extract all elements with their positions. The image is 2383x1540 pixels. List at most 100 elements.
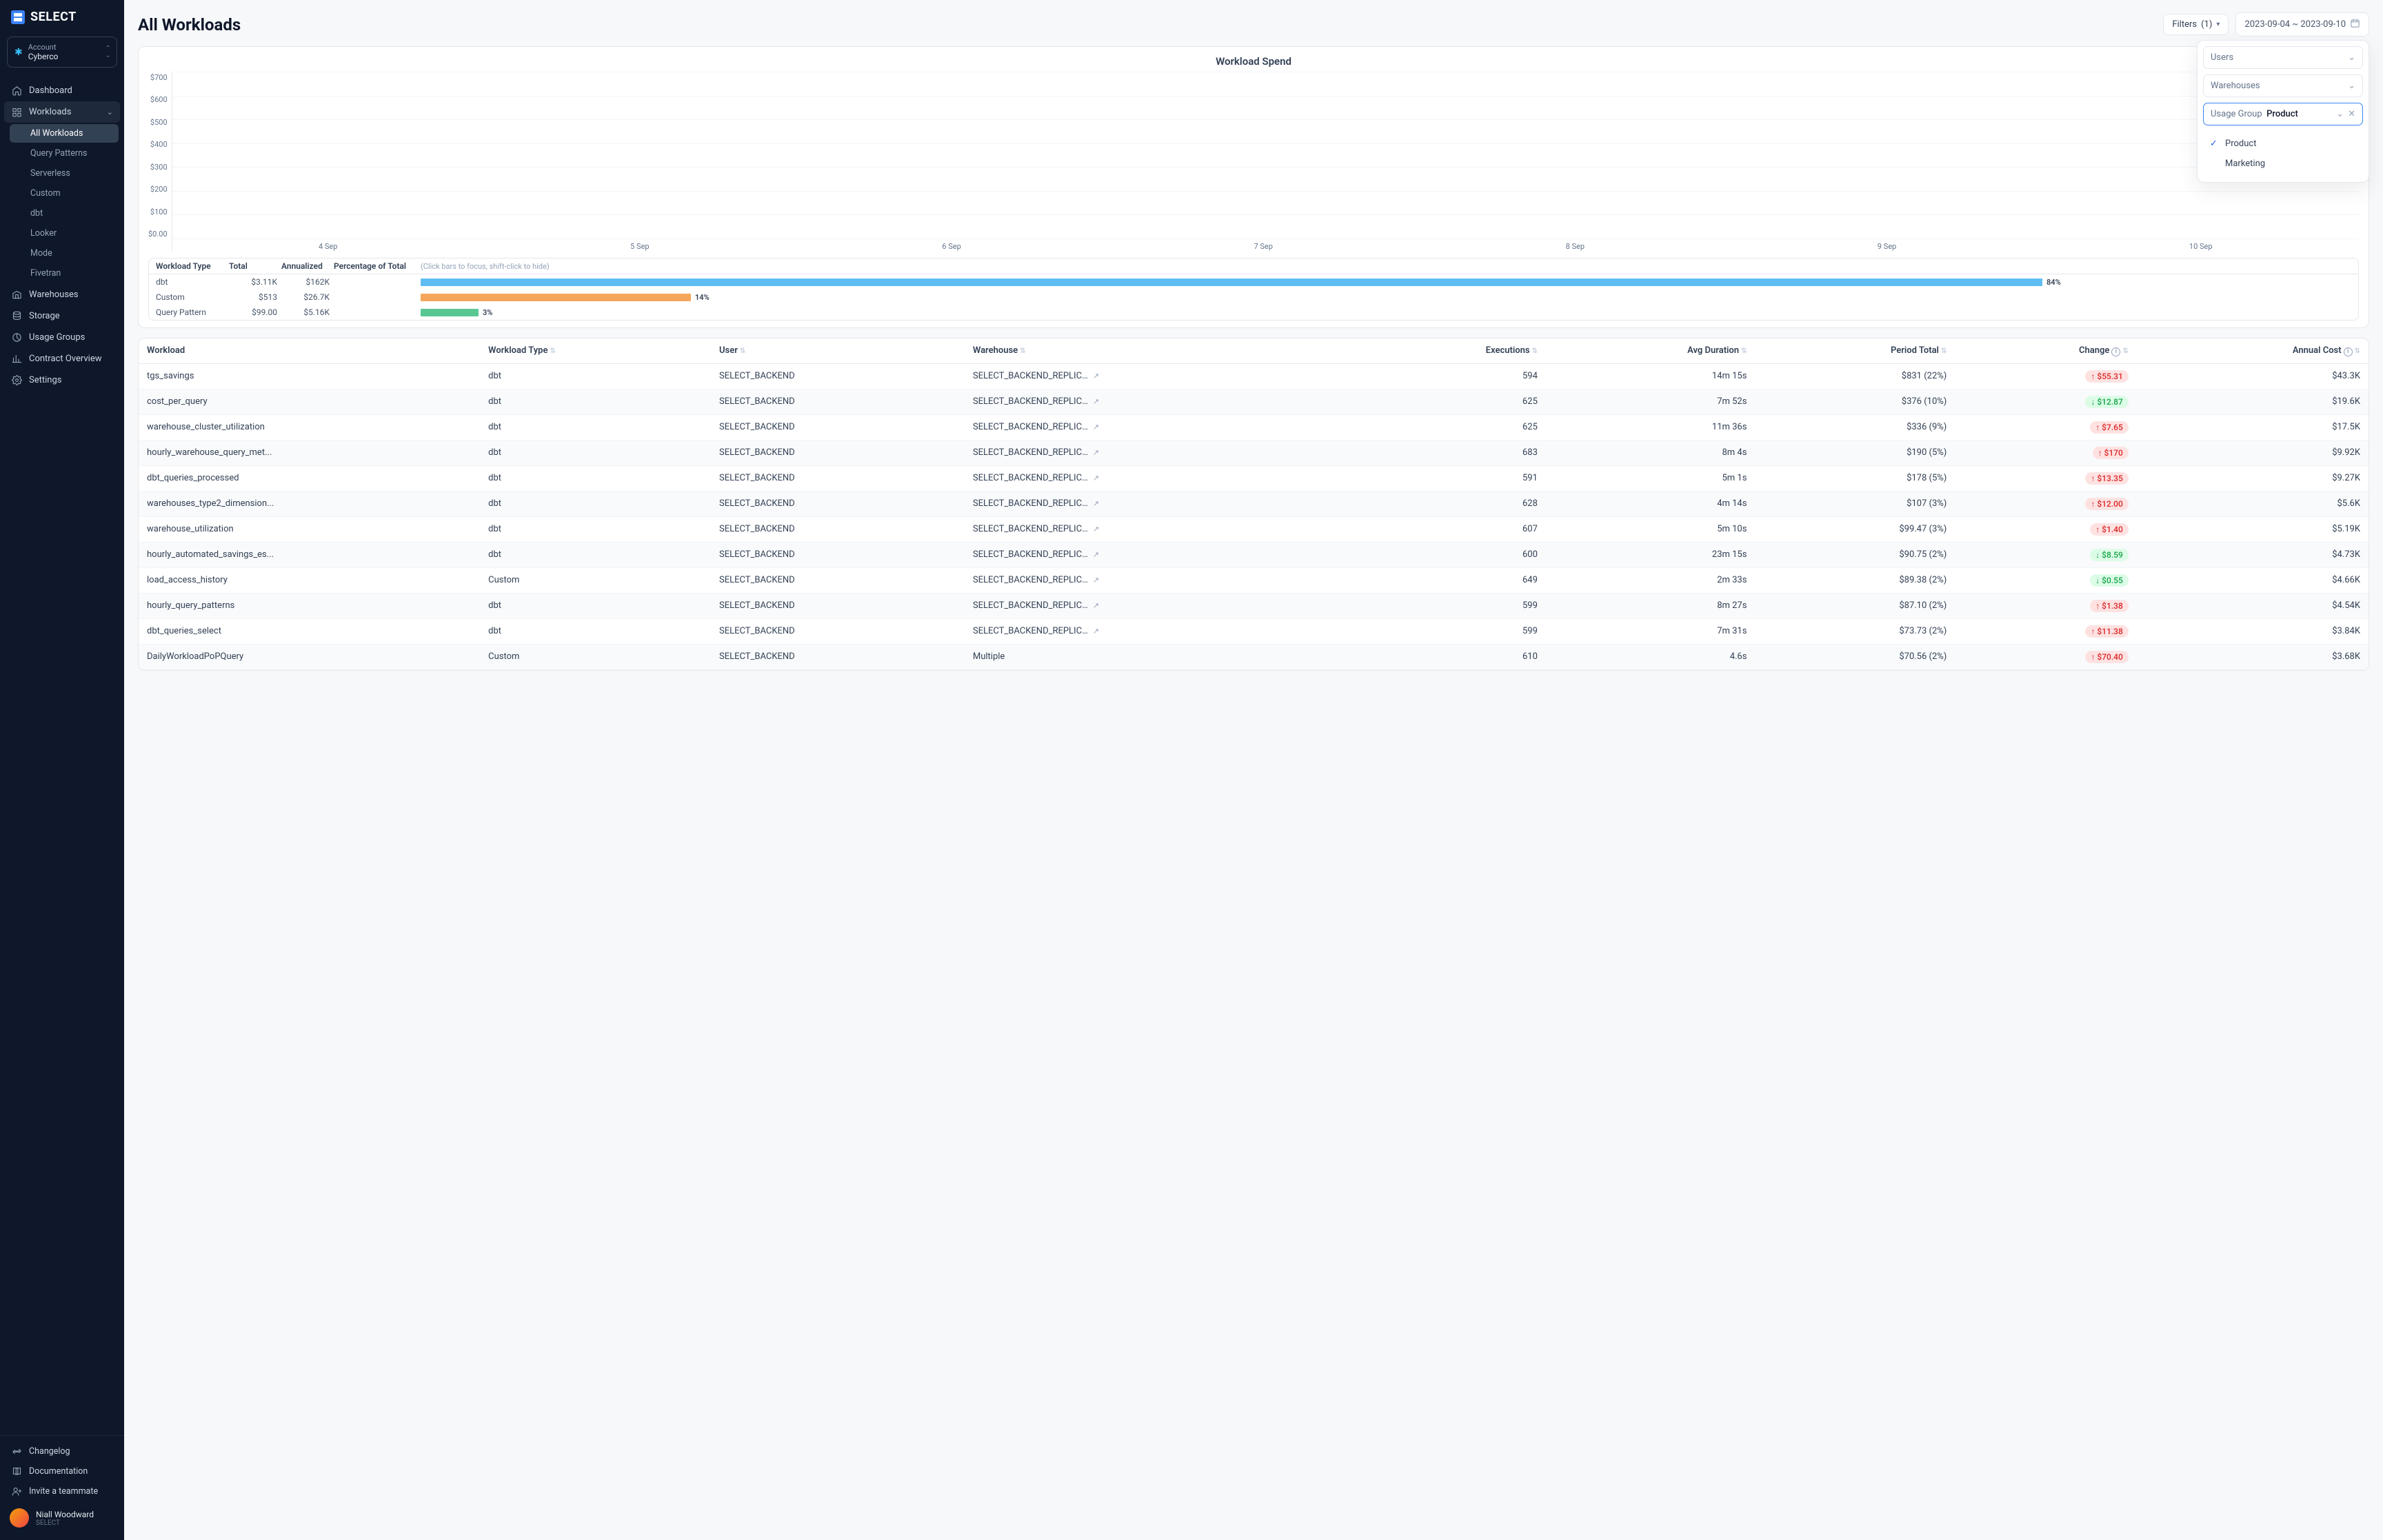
table-row[interactable]: warehouses_type2_dimension...dbtSELECT_B… (139, 491, 2369, 516)
chart-x-axis: 4 Sep5 Sep6 Sep7 Sep8 Sep9 Sep10 Sep (172, 242, 2359, 251)
date-range-button[interactable]: 2023-09-04 ~ 2023-09-10 (2235, 12, 2369, 37)
external-link-icon[interactable]: ↗ (1093, 397, 1099, 406)
sidebar-item-dashboard[interactable]: Dashboard (0, 80, 124, 101)
sort-icon: ⇅ (2355, 347, 2360, 355)
account-name: Cyberco (28, 52, 59, 61)
table-row[interactable]: dbt_queries_selectdbtSELECT_BACKENDSELEC… (139, 618, 2369, 644)
col-executions[interactable]: Executions⇅ (1358, 338, 1546, 363)
external-link-icon[interactable]: ↗ (1093, 423, 1099, 432)
chevron-down-icon: ⌄ (107, 108, 113, 116)
summary-row[interactable]: dbt$3.11K$162K84% (149, 274, 2358, 290)
filter-users-select[interactable]: Users ⌄ (2203, 46, 2363, 69)
sidebar-subitem[interactable]: dbt (10, 204, 119, 223)
updown-icon: ⌃⌄ (105, 45, 111, 59)
footer-changelog[interactable]: Changelog (0, 1441, 124, 1461)
calendar-icon (2350, 18, 2360, 31)
book-icon (11, 1466, 22, 1477)
account-switcher[interactable]: ✱ Account Cyberco ⌃⌄ (7, 37, 117, 68)
storage-icon (11, 311, 22, 321)
sidebar-subitem[interactable]: Looker (10, 224, 119, 243)
col-avg-duration[interactable]: Avg Duration⇅ (1546, 338, 1756, 363)
external-link-icon[interactable]: ↗ (1093, 601, 1099, 610)
table-row[interactable]: hourly_warehouse_query_met...dbtSELECT_B… (139, 440, 2369, 465)
chevron-down-icon: ⌄ (2348, 52, 2355, 63)
brand-logo[interactable]: SELECT (0, 0, 124, 34)
filters-button[interactable]: Filters (1) ▾ (2163, 14, 2229, 35)
col-user[interactable]: User⇅ (711, 338, 965, 363)
sidebar-subitem[interactable]: All Workloads (10, 124, 119, 143)
table-row[interactable]: load_access_historyCustomSELECT_BACKENDS… (139, 567, 2369, 593)
change-badge: ↓ $8.59 (2090, 549, 2129, 561)
sidebar-subitem[interactable]: Mode (10, 244, 119, 263)
filter-usage-group-select[interactable]: Usage Group Product ⌄ ✕ (2203, 103, 2363, 125)
col-change[interactable]: Changei⇅ (1955, 338, 2136, 363)
sidebar-item-label: Dashboard (29, 85, 72, 96)
sort-icon: ⇅ (550, 347, 555, 355)
col-period-total[interactable]: Period Total⇅ (1755, 338, 1955, 363)
col-warehouse[interactable]: Warehouse⇅ (965, 338, 1358, 363)
change-badge: ↑ $170 (2093, 447, 2129, 459)
table-row[interactable]: warehouse_utilizationdbtSELECT_BACKENDSE… (139, 516, 2369, 542)
change-badge: ↑ $1.38 (2090, 600, 2129, 612)
page-title: All Workloads (138, 15, 241, 34)
table-row[interactable]: dbt_queries_processeddbtSELECT_BACKENDSE… (139, 465, 2369, 491)
sidebar-item-storage[interactable]: Storage (0, 305, 124, 327)
sidebar-item-label: Warehouses (29, 290, 79, 300)
table-row[interactable]: DailyWorkloadPoPQueryCustomSELECT_BACKEN… (139, 644, 2369, 669)
clear-icon[interactable]: ✕ (2348, 109, 2355, 119)
footer-documentation[interactable]: Documentation (0, 1461, 124, 1481)
col-workload[interactable]: Workload (139, 338, 480, 363)
user-profile[interactable]: Niall Woodward SELECT (0, 1501, 124, 1534)
brand-text: SELECT (30, 10, 77, 24)
sidebar-subitem[interactable]: Serverless (10, 164, 119, 183)
sidebar-item-contract-overview[interactable]: Contract Overview (0, 348, 124, 369)
external-link-icon[interactable]: ↗ (1093, 448, 1099, 457)
sidebar-item-label: Settings (29, 375, 61, 385)
change-badge: ↑ $70.40 (2085, 651, 2128, 663)
sort-icon: ⇅ (740, 347, 745, 355)
change-badge: ↑ $11.38 (2085, 625, 2128, 638)
user-org: SELECT (36, 1519, 94, 1527)
filter-warehouses-select[interactable]: Warehouses ⌄ (2203, 74, 2363, 97)
sidebar-item-workloads[interactable]: Workloads ⌄ (4, 101, 120, 123)
sort-icon: ⇅ (2122, 347, 2128, 355)
check-icon: ✓ (2210, 139, 2220, 149)
change-badge: ↑ $13.35 (2085, 472, 2128, 485)
sidebar-subitem[interactable]: Query Patterns (10, 144, 119, 163)
external-link-icon[interactable]: ↗ (1093, 550, 1099, 559)
sidebar-item-settings[interactable]: Settings (0, 369, 124, 391)
table-row[interactable]: hourly_query_patternsdbtSELECT_BACKENDSE… (139, 593, 2369, 618)
user-name: Niall Woodward (36, 1510, 94, 1519)
table-row[interactable]: cost_per_querydbtSELECT_BACKENDSELECT_BA… (139, 389, 2369, 414)
sort-icon: ⇅ (1020, 347, 1025, 355)
summary-row[interactable]: Query Pattern$99.00$5.16K3% (149, 305, 2358, 320)
external-link-icon[interactable]: ↗ (1093, 474, 1099, 483)
footer-invite[interactable]: Invite a teammate (0, 1481, 124, 1501)
table-row[interactable]: hourly_automated_savings_es...dbtSELECT_… (139, 542, 2369, 567)
col-workload-type[interactable]: Workload Type⇅ (480, 338, 711, 363)
table-row[interactable]: warehouse_cluster_utilizationdbtSELECT_B… (139, 414, 2369, 440)
chart-plot-area[interactable]: 4 Sep5 Sep6 Sep7 Sep8 Sep9 Sep10 Sep (172, 72, 2359, 251)
sidebar-footer: Changelog Documentation Invite a teammat… (0, 1435, 124, 1540)
primary-nav: Dashboard Workloads ⌄ All WorkloadsQuery… (0, 76, 124, 1435)
col-annual-cost[interactable]: Annual Costi⇅ (2137, 338, 2369, 363)
sidebar-item-warehouses[interactable]: Warehouses (0, 284, 124, 305)
summary-row[interactable]: Custom$513$26.7K14% (149, 290, 2358, 305)
change-badge: ↑ $12.00 (2085, 498, 2128, 510)
sidebar-item-usage-groups[interactable]: Usage Groups (0, 327, 124, 348)
chart-y-axis: $700$600$500$400$300$200$100$0.00 (148, 72, 172, 251)
table-row[interactable]: tgs_savingsdbtSELECT_BACKENDSELECT_BACKE… (139, 363, 2369, 389)
external-link-icon[interactable]: ↗ (1093, 372, 1099, 381)
sidebar-subitem[interactable]: Custom (10, 184, 119, 203)
external-link-icon[interactable]: ↗ (1093, 525, 1099, 534)
chevron-down-icon: ▾ (2216, 21, 2220, 28)
sidebar-subitem[interactable]: Fivetran (10, 264, 119, 283)
external-link-icon[interactable]: ↗ (1093, 499, 1099, 508)
table-header: Workload Workload Type⇅ User⇅ Warehouse⇅… (139, 338, 2369, 363)
sidebar-item-label: Usage Groups (29, 332, 85, 343)
external-link-icon[interactable]: ↗ (1093, 627, 1099, 636)
external-link-icon[interactable]: ↗ (1093, 576, 1099, 585)
filter-panel: Users ⌄ Warehouses ⌄ Usage Group Product… (2197, 40, 2369, 183)
option-product[interactable]: ✓ Product (2204, 134, 2362, 154)
option-marketing[interactable]: Marketing (2204, 154, 2362, 174)
